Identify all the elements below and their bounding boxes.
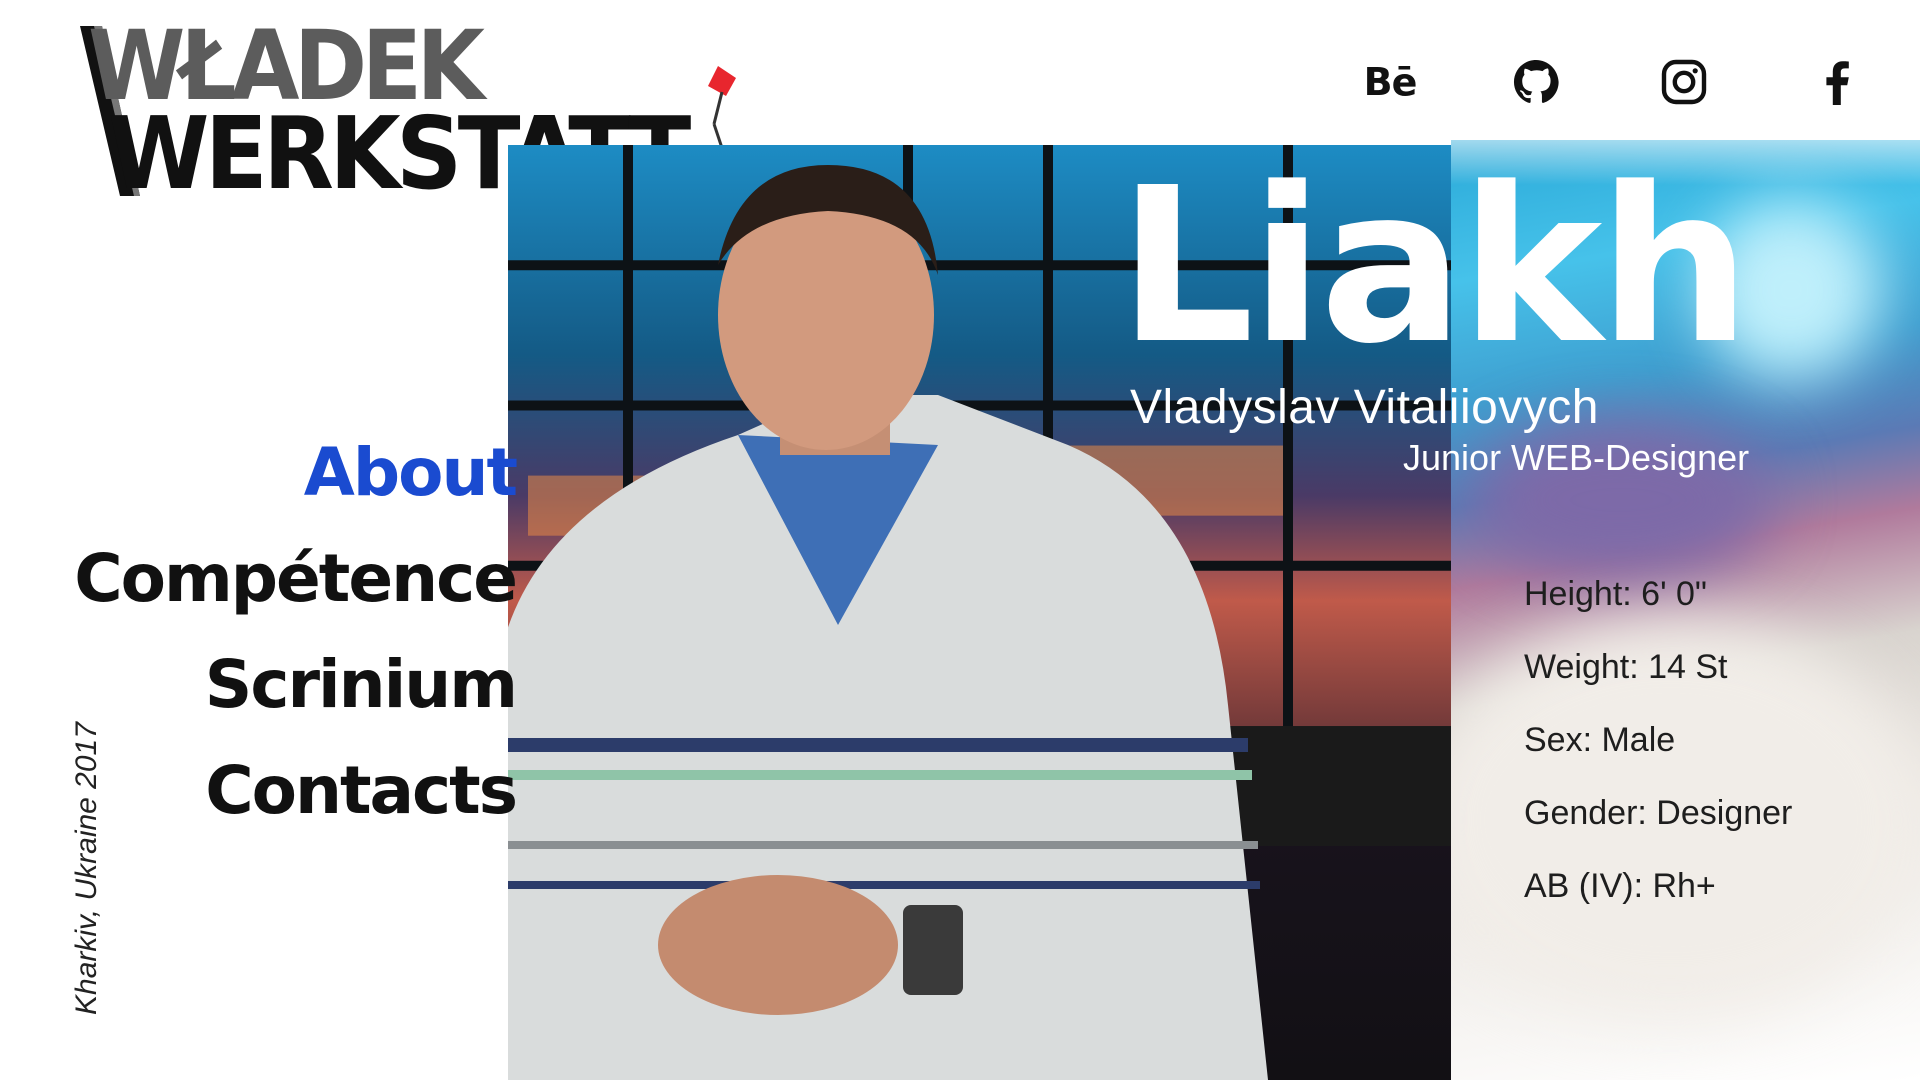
instagram-link[interactable] (1654, 52, 1714, 112)
desk-lamp-icon (708, 66, 736, 151)
nav-item-about[interactable]: About (74, 420, 518, 526)
facebook-link[interactable] (1806, 52, 1866, 112)
stat-weight: Weight: 14 St (1524, 648, 1728, 686)
stat-gender: Gender: Designer (1524, 794, 1793, 832)
social-links: Bē (1360, 52, 1920, 112)
stat-sex: Sex: Male (1524, 721, 1676, 759)
personal-stats-list: Height: 6' 0" Weight: 14 St Sex: Male Ge… (1524, 572, 1792, 937)
role-text: Junior WEB-Designer (1403, 437, 1750, 478)
facebook-icon (1826, 61, 1849, 106)
instagram-icon (1661, 59, 1707, 105)
location-caption: Kharkiv, Ukraine 2017 (70, 722, 103, 1015)
github-icon (1513, 59, 1559, 103)
nav-item-scrinium[interactable]: Scrinium (74, 632, 518, 738)
behance-link[interactable]: Bē (1360, 52, 1420, 112)
nav-item-contacts[interactable]: Contacts (74, 738, 518, 844)
behance-icon: Bē (1363, 60, 1418, 104)
main-navigation: About Compétence Scrinium Contacts (74, 420, 518, 844)
stat-height: Height: 6' 0" (1524, 575, 1707, 613)
github-link[interactable] (1506, 52, 1566, 112)
fullname-text: Vladyslav Vitaliiovych (1130, 381, 1599, 434)
nav-item-competence[interactable]: Compétence (74, 526, 518, 632)
surname-heading: Liakh (1118, 142, 1751, 391)
stat-blood-type: AB (IV): Rh+ (1524, 867, 1716, 905)
